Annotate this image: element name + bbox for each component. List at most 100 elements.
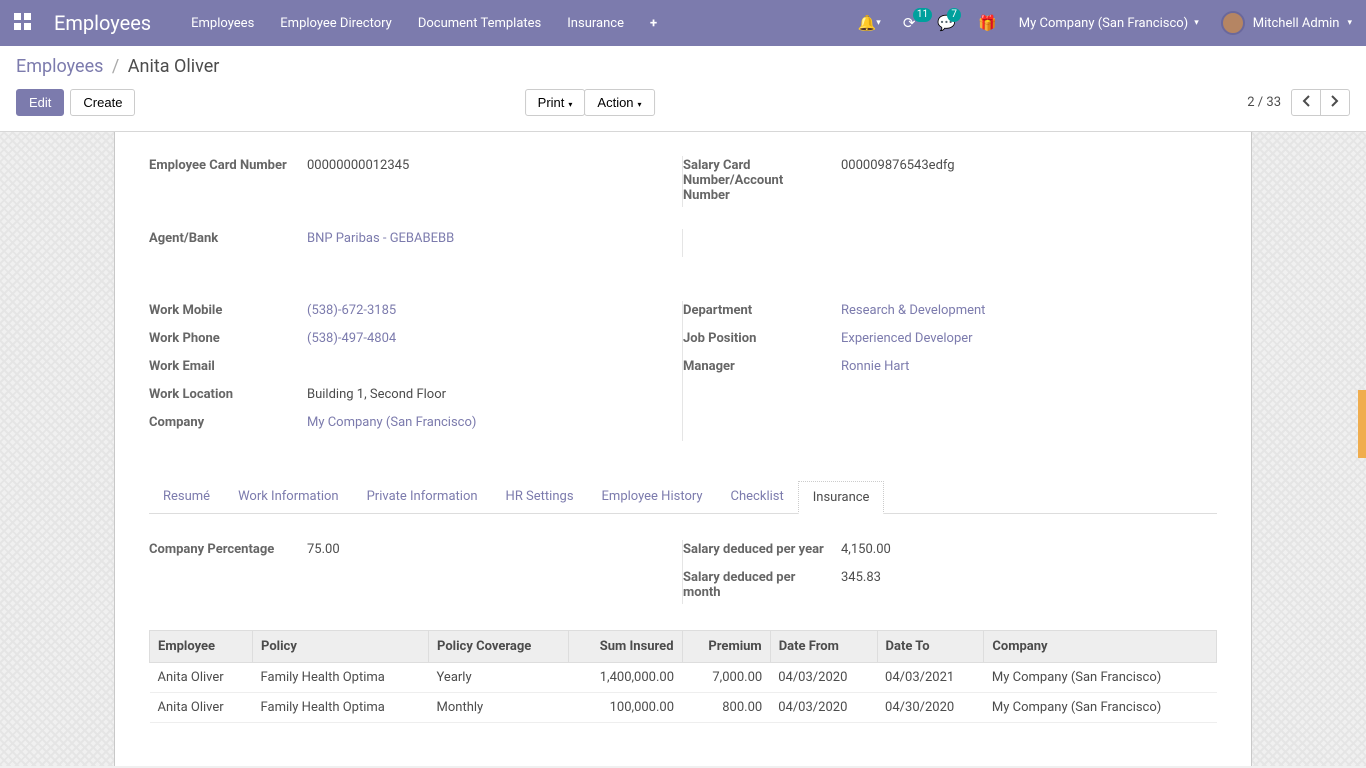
breadcrumb-current: Anita Oliver — [128, 56, 220, 77]
user-menu[interactable]: Mitchell Admin ▾ — [1221, 11, 1352, 35]
salary-month-value: 345.83 — [841, 568, 1217, 585]
table-row[interactable]: Anita Oliver Family Health Optima Yearly… — [150, 663, 1217, 693]
form-sheet: Employee Card Number 00000000012345 Sala… — [114, 132, 1252, 766]
th-date-from[interactable]: Date From — [770, 631, 877, 663]
th-employee[interactable]: Employee — [150, 631, 253, 663]
tab-checklist[interactable]: Checklist — [717, 481, 798, 513]
chevron-down-icon: ▾ — [1194, 18, 1199, 28]
cell-premium: 800.00 — [682, 693, 770, 723]
agent-bank-value[interactable]: BNP Paribas - GEBABEBB — [307, 229, 683, 246]
gift-icon[interactable]: 🎁 — [978, 14, 997, 32]
control-bar: Employees / Anita Oliver Edit Create Pri… — [0, 46, 1366, 132]
form-background: Employee Card Number 00000000012345 Sala… — [0, 132, 1366, 766]
tab-employee-history[interactable]: Employee History — [588, 481, 717, 513]
nav-insurance[interactable]: Insurance — [567, 16, 624, 31]
cell-date-from: 04/03/2020 — [770, 663, 877, 693]
salary-card-value: 000009876543edfg — [841, 156, 1217, 173]
job-position-label: Job Position — [683, 329, 841, 346]
cell-coverage: Yearly — [429, 663, 569, 693]
chevron-right-icon — [1331, 95, 1339, 107]
cell-employee: Anita Oliver — [150, 693, 253, 723]
messages-badge: 7 — [947, 8, 961, 22]
edit-button[interactable]: Edit — [16, 89, 64, 116]
scroll-indicator[interactable] — [1358, 390, 1366, 458]
nav-document-templates[interactable]: Document Templates — [418, 16, 541, 31]
th-sum-insured[interactable]: Sum Insured — [568, 631, 682, 663]
chevron-down-icon: ▾ — [638, 100, 642, 109]
work-location-label: Work Location — [149, 385, 307, 402]
work-phone-value[interactable]: (538)-497-4804 — [307, 329, 683, 346]
messages-icon[interactable]: 💬 7 — [937, 14, 956, 32]
breadcrumb: Employees / Anita Oliver — [16, 56, 1350, 77]
th-policy[interactable]: Policy — [253, 631, 429, 663]
company-pct-label: Company Percentage — [149, 540, 307, 557]
tab-insurance[interactable]: Insurance — [798, 481, 885, 514]
cell-date-from: 04/03/2020 — [770, 693, 877, 723]
cell-policy: Family Health Optima — [253, 693, 429, 723]
nav-add-icon[interactable]: + — [650, 16, 657, 31]
th-date-to[interactable]: Date To — [877, 631, 984, 663]
pager-position: 2 / 33 — [1247, 95, 1281, 110]
job-position-value[interactable]: Experienced Developer — [841, 329, 1217, 346]
tab-content-insurance: Company Percentage 75.00 Salary deduced … — [149, 514, 1217, 723]
pager-prev-button[interactable] — [1291, 89, 1321, 116]
tab-work-information[interactable]: Work Information — [224, 481, 353, 513]
chevron-left-icon — [1302, 95, 1310, 107]
table-header-row: Employee Policy Policy Coverage Sum Insu… — [150, 631, 1217, 663]
tab-private-information[interactable]: Private Information — [353, 481, 492, 513]
company-label: Company — [149, 413, 307, 430]
create-button[interactable]: Create — [70, 89, 135, 116]
cell-company: My Company (San Francisco) — [984, 663, 1217, 693]
salary-year-label: Salary deduced per year — [683, 540, 841, 557]
manager-value[interactable]: Ronnie Hart — [841, 357, 1217, 374]
chevron-down-icon: ▾ — [1347, 18, 1352, 28]
cell-coverage: Monthly — [429, 693, 569, 723]
manager-label: Manager — [683, 357, 841, 374]
pager-next-button[interactable] — [1320, 89, 1350, 116]
tab-resume[interactable]: Resumé — [149, 481, 224, 513]
work-email-label: Work Email — [149, 357, 307, 374]
company-pct-value: 75.00 — [307, 540, 683, 557]
print-button[interactable]: Print▾ — [525, 89, 586, 116]
activities-icon[interactable]: ⟳ 11 — [903, 14, 916, 32]
company-selector[interactable]: My Company (San Francisco) ▾ — [1019, 16, 1199, 31]
work-phone-label: Work Phone — [149, 329, 307, 346]
work-location-value: Building 1, Second Floor — [307, 385, 683, 402]
salary-month-label: Salary deduced per month — [683, 568, 841, 600]
nav-links: Employees Employee Directory Document Te… — [191, 16, 657, 31]
th-premium[interactable]: Premium — [682, 631, 770, 663]
cell-date-to: 04/30/2020 — [877, 693, 984, 723]
tab-hr-settings[interactable]: HR Settings — [492, 481, 588, 513]
department-value[interactable]: Research & Development — [841, 301, 1217, 318]
th-policy-coverage[interactable]: Policy Coverage — [429, 631, 569, 663]
work-mobile-value[interactable]: (538)-672-3185 — [307, 301, 683, 318]
print-label: Print — [538, 95, 565, 110]
work-mobile-label: Work Mobile — [149, 301, 307, 318]
top-nav: Employees Employees Employee Directory D… — [0, 0, 1366, 46]
th-company[interactable]: Company — [984, 631, 1217, 663]
agent-bank-label: Agent/Bank — [149, 229, 307, 246]
company-value[interactable]: My Company (San Francisco) — [307, 413, 683, 430]
work-email-value — [307, 357, 683, 359]
salary-year-value: 4,150.00 — [841, 540, 1217, 557]
chevron-down-icon: ▾ — [568, 100, 572, 109]
cell-employee: Anita Oliver — [150, 663, 253, 693]
nav-right: 🔔▾ ⟳ 11 💬 7 🎁 My Company (San Francisco)… — [858, 11, 1352, 35]
table-row[interactable]: Anita Oliver Family Health Optima Monthl… — [150, 693, 1217, 723]
cell-sum-insured: 1,400,000.00 — [568, 663, 682, 693]
breadcrumb-root[interactable]: Employees — [16, 56, 103, 77]
notifications-icon[interactable]: 🔔▾ — [858, 14, 881, 32]
insurance-table: Employee Policy Policy Coverage Sum Insu… — [149, 630, 1217, 723]
company-name: My Company (San Francisco) — [1019, 16, 1188, 31]
pager: 2 / 33 — [1247, 89, 1350, 116]
apps-icon[interactable] — [14, 13, 34, 33]
app-brand[interactable]: Employees — [54, 11, 151, 35]
nav-employee-directory[interactable]: Employee Directory — [280, 16, 392, 31]
user-name: Mitchell Admin — [1253, 16, 1340, 31]
department-label: Department — [683, 301, 841, 318]
activities-badge: 11 — [913, 8, 932, 22]
salary-card-label: Salary Card Number/Account Number — [683, 156, 841, 203]
nav-employees[interactable]: Employees — [191, 16, 254, 31]
action-button[interactable]: Action▾ — [584, 89, 654, 116]
emp-card-value: 00000000012345 — [307, 156, 683, 173]
